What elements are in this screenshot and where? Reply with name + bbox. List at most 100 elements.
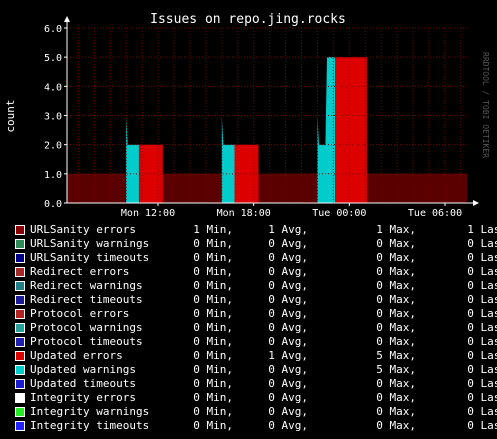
- legend-max: 0 Max,: [376, 335, 416, 348]
- legend-last: 0 Last: [467, 279, 497, 292]
- legend-last: 0 Last: [467, 293, 497, 306]
- legend-avg: 0 Avg,: [268, 335, 308, 348]
- legend-label: Redirect timeouts: [30, 293, 143, 306]
- legend-avg: 0 Avg,: [268, 293, 308, 306]
- legend-max: 0 Max,: [376, 293, 416, 306]
- legend-label: Integrity timeouts: [30, 419, 150, 432]
- legend-avg: 0 Avg,: [268, 237, 308, 250]
- legend-last: 0 Last: [467, 391, 497, 404]
- legend-max: 5 Max,: [376, 363, 416, 376]
- legend-avg: 0 Avg,: [268, 265, 308, 278]
- legend-max: 0 Max,: [376, 405, 416, 418]
- x-tick-label: Tue 00:00: [312, 208, 366, 219]
- y-axis-label: count: [4, 99, 17, 132]
- legend-last: 0 Last: [467, 321, 497, 334]
- legend-row: URLSanity warnings 0 Min, 0 Avg, 0 Max, 0 La…: [15, 237, 497, 251]
- legend-avg: 0 Avg,: [268, 419, 308, 432]
- legend-label: URLSanity timeouts: [30, 251, 150, 264]
- legend-max: 1 Max,: [376, 223, 416, 236]
- y-tick-label: 5.0: [44, 53, 62, 64]
- chart: Issues on repo.jing.rocks count RRDTOOL …: [4, 12, 490, 219]
- legend-avg: 0 Avg,: [268, 307, 308, 320]
- legend-last: 1 Last: [467, 223, 497, 236]
- legend-last: 0 Last: [467, 419, 497, 432]
- legend-max: 5 Max,: [376, 349, 416, 362]
- watermark: RRDTOOL / TOBI OETIKER: [481, 52, 490, 158]
- legend-avg: 1 Avg,: [268, 349, 308, 362]
- legend-label: Integrity errors: [30, 391, 136, 404]
- legend-label: Updated timeouts: [30, 377, 136, 390]
- legend-label: Updated errors: [30, 349, 123, 362]
- legend-max: 0 Max,: [376, 391, 416, 404]
- y-tick-label: 1.0: [44, 170, 62, 181]
- legend-swatch: [15, 281, 25, 291]
- legend-last: 0 Last: [467, 307, 497, 320]
- legend-swatch: [15, 295, 25, 305]
- legend-swatch: [15, 225, 25, 235]
- legend-min: 0 Min,: [193, 335, 233, 348]
- legend-max: 0 Max,: [376, 265, 416, 278]
- legend-avg: 0 Avg,: [268, 363, 308, 376]
- legend-row: Updated errors 0 Min, 1 Avg, 5 Max, 0 Last: [15, 349, 497, 363]
- legend-min: 0 Min,: [193, 279, 233, 292]
- legend-row: URLSanity errors 1 Min, 1 Avg, 1 Max, 1 Last: [15, 223, 497, 237]
- legend-max: 0 Max,: [376, 251, 416, 264]
- legend-last: 0 Last: [467, 335, 497, 348]
- legend-swatch: [15, 323, 25, 333]
- legend-swatch: [15, 309, 25, 319]
- legend-swatch: [15, 365, 25, 375]
- legend-min: 0 Min,: [193, 251, 233, 264]
- chart-title: Issues on repo.jing.rocks: [150, 12, 346, 27]
- legend-row: Redirect errors 0 Min, 0 Avg, 0 Max, 0 Last: [15, 265, 497, 279]
- legend-avg: 0 Avg,: [268, 377, 308, 390]
- legend-avg: 0 Avg,: [268, 321, 308, 334]
- legend-row: Integrity errors 0 Min, 0 Avg, 0 Max, 0 Last: [15, 391, 497, 405]
- legend: URLSanity errors 1 Min, 1 Avg, 1 Max, 1 Last…: [15, 223, 497, 433]
- legend-swatch: [15, 351, 25, 361]
- x-tick-label: Mon 18:00: [217, 208, 271, 219]
- legend-min: 1 Min,: [193, 223, 233, 236]
- legend-row: Integrity warnings 0 Min, 0 Avg, 0 Max, 0 La…: [15, 405, 497, 419]
- legend-last: 0 Last: [467, 405, 497, 418]
- legend-label: Redirect warnings: [30, 279, 143, 292]
- legend-avg: 1 Avg,: [268, 223, 308, 236]
- legend-label: Integrity warnings: [30, 405, 150, 418]
- legend-label: URLSanity warnings: [30, 237, 150, 250]
- legend-last: 0 Last: [467, 251, 497, 264]
- legend-label: Redirect errors: [30, 265, 130, 278]
- x-tick-label: Tue 06:00: [408, 208, 462, 219]
- legend-label: Updated warnings: [30, 363, 136, 376]
- legend-min: 0 Min,: [193, 405, 233, 418]
- y-tick-label: 6.0: [44, 24, 62, 35]
- legend-min: 0 Min,: [193, 237, 233, 250]
- legend-min: 0 Min,: [193, 419, 233, 432]
- legend-row: Protocol errors 0 Min, 0 Avg, 0 Max, 0 Last: [15, 307, 497, 321]
- legend-avg: 0 Avg,: [268, 405, 308, 418]
- legend-row: Integrity timeouts 0 Min, 0 Avg, 0 Max, 0 La…: [15, 419, 497, 433]
- legend-last: 0 Last: [467, 265, 497, 278]
- legend-avg: 0 Avg,: [268, 391, 308, 404]
- legend-min: 0 Min,: [193, 377, 233, 390]
- legend-label: Protocol timeouts: [30, 335, 143, 348]
- legend-max: 0 Max,: [376, 307, 416, 320]
- legend-swatch: [15, 407, 25, 417]
- legend-avg: 0 Avg,: [268, 251, 308, 264]
- legend-min: 0 Min,: [193, 321, 233, 334]
- legend-row: Protocol timeouts 0 Min, 0 Avg, 0 Max, 0 Las…: [15, 335, 497, 349]
- x-tick-label: Mon 12:00: [121, 208, 175, 219]
- legend-last: 0 Last: [467, 363, 497, 376]
- legend-last: 0 Last: [467, 349, 497, 362]
- legend-row: URLSanity timeouts 0 Min, 0 Avg, 0 Max, 0 La…: [15, 251, 497, 265]
- legend-row: Redirect warnings 0 Min, 0 Avg, 0 Max, 0 Las…: [15, 279, 497, 293]
- legend-row: Protocol warnings 0 Min, 0 Avg, 0 Max, 0 Las…: [15, 321, 497, 335]
- legend-last: 0 Last: [467, 377, 497, 390]
- legend-label: URLSanity errors: [30, 223, 136, 236]
- y-tick-label: 2.0: [44, 141, 62, 152]
- legend-max: 0 Max,: [376, 237, 416, 250]
- legend-min: 0 Min,: [193, 293, 233, 306]
- legend-min: 0 Min,: [193, 307, 233, 320]
- legend-swatch: [15, 393, 25, 403]
- legend-max: 0 Max,: [376, 279, 416, 292]
- x-axis-arrow: [473, 200, 479, 206]
- legend-label: Protocol warnings: [30, 321, 143, 334]
